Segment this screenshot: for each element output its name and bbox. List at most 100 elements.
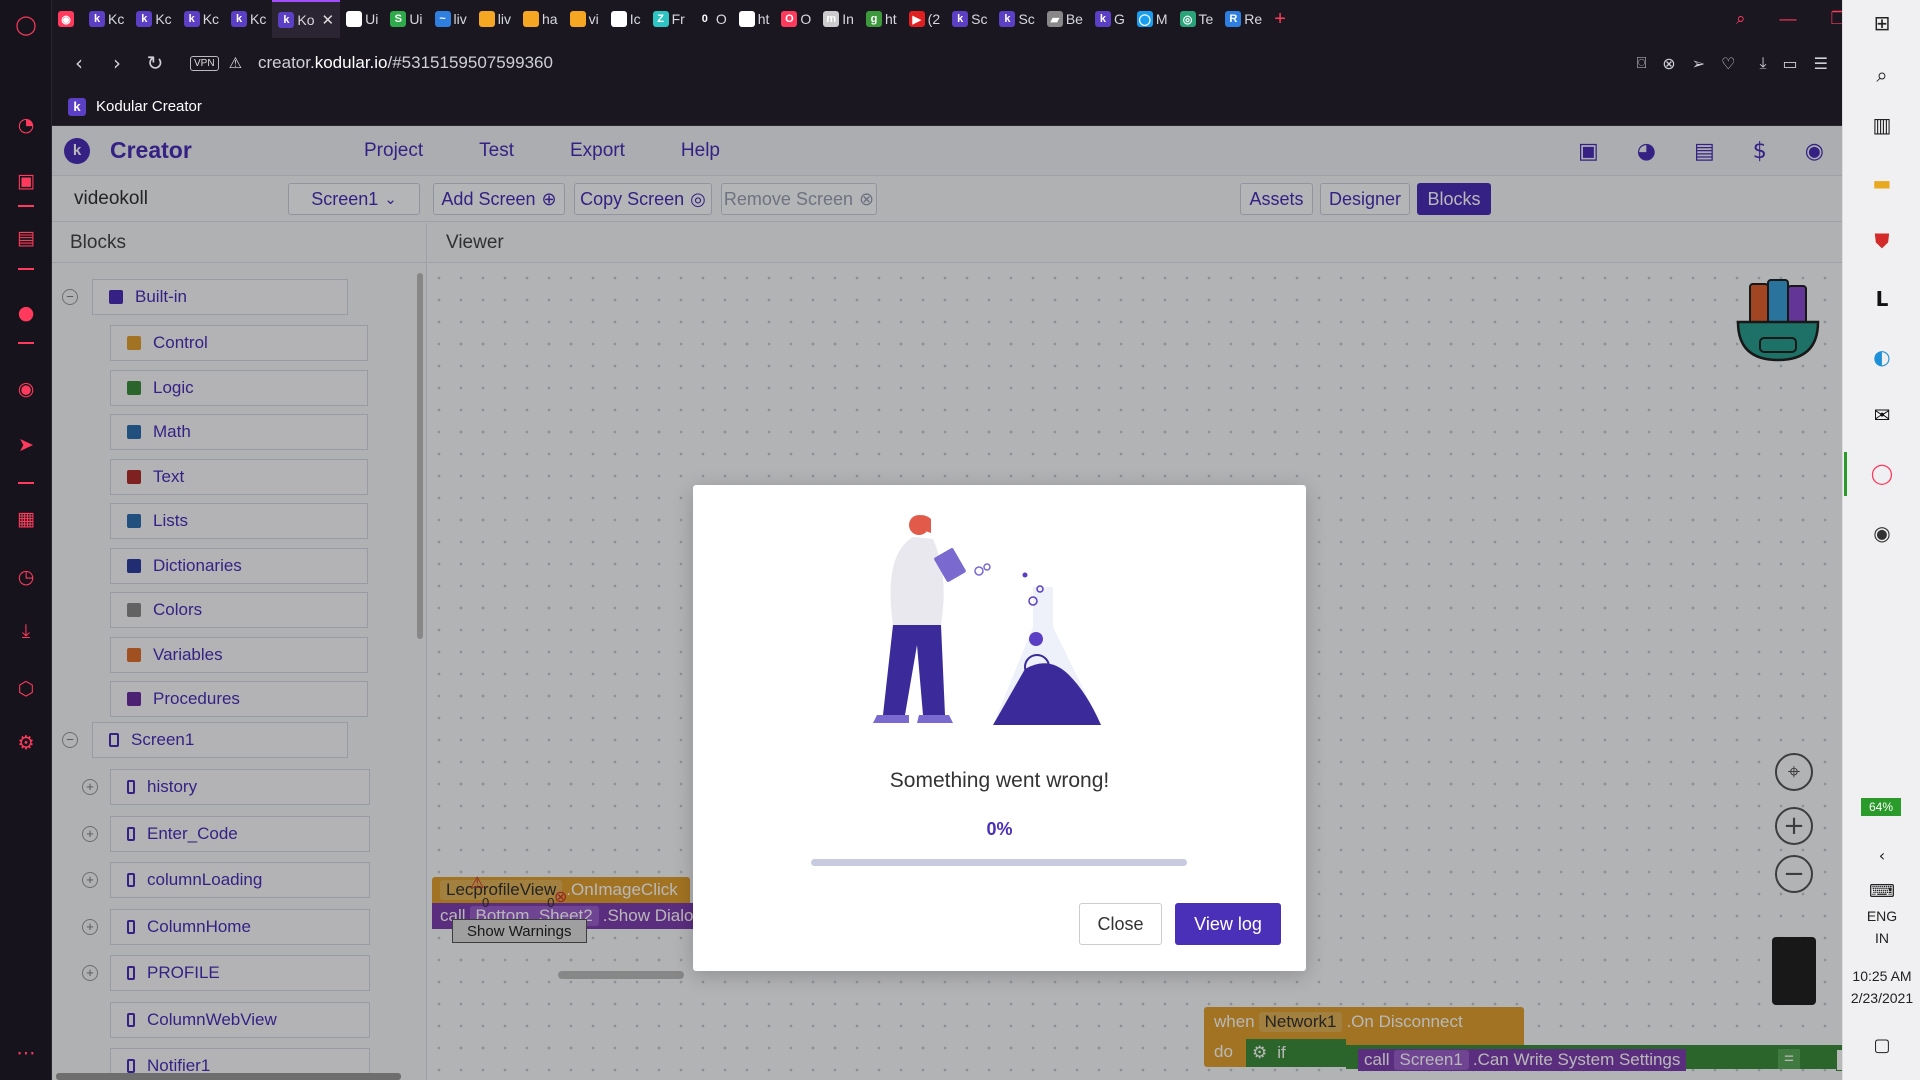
tab-label: vi xyxy=(588,11,599,27)
browser-tab[interactable]: ▰ Be xyxy=(1041,0,1089,38)
error-message: Something went wrong! xyxy=(889,769,1110,792)
browser-tab[interactable]: k Kc xyxy=(225,0,272,38)
tab-favicon-icon: k xyxy=(952,11,969,27)
tab-close-icon[interactable]: ✕ xyxy=(322,11,335,29)
tab-favicon-icon: k xyxy=(136,11,153,27)
battery-icon[interactable]: ▭ xyxy=(1783,54,1798,73)
browser-tab[interactable]: k Sc xyxy=(993,0,1040,38)
active-indicator xyxy=(1844,452,1847,496)
block-icon[interactable]: ⊗ xyxy=(1662,54,1675,73)
app-l-icon[interactable]: L xyxy=(1867,284,1897,314)
tab-label: In xyxy=(842,11,854,27)
browser-tab[interactable]: ht xyxy=(733,0,776,38)
heart-icon[interactable]: ♡ xyxy=(1721,54,1735,73)
settings-gear-icon[interactable]: ⚙ xyxy=(13,730,39,756)
browser-tab[interactable]: Ic xyxy=(605,0,647,38)
speed-dial-icon[interactable]: ◔ xyxy=(13,112,39,138)
browser-tab[interactable]: g ht xyxy=(860,0,903,38)
camera-icon[interactable]: ⌼ xyxy=(1637,53,1647,73)
browser-tab[interactable]: liv xyxy=(473,0,517,38)
browser-tab[interactable]: R Re xyxy=(1219,0,1268,38)
browser-tab[interactable]: S Ui xyxy=(384,0,428,38)
vpn-badge[interactable]: VPN xyxy=(190,55,219,71)
new-tab-button[interactable]: + xyxy=(1268,0,1292,38)
send-icon[interactable]: ➢ xyxy=(1692,54,1705,73)
mcafee-shield-icon[interactable]: ⛊ xyxy=(1867,226,1897,256)
close-button[interactable]: Close xyxy=(1079,903,1162,945)
sidebar-divider xyxy=(18,342,34,344)
player-icon[interactable]: ◉ xyxy=(13,376,39,402)
browser-tab[interactable]: k Kc xyxy=(83,0,130,38)
warning-icon[interactable]: ⚠ xyxy=(229,54,242,72)
tab-favicon-icon: ~ xyxy=(434,11,451,27)
opera-sidebar: ◯ ◔ ▣ ▤ ● ◉ ➤ ▦ ◷ ⤓ ⬡ ⚙ ⋯ xyxy=(0,0,52,1080)
tab-favicon-icon: m xyxy=(823,11,840,27)
windows-start-icon[interactable]: ⊞ xyxy=(1867,8,1897,38)
extensions-grid-icon[interactable]: ▦ xyxy=(13,506,39,532)
browser-tab[interactable]: k Kc xyxy=(178,0,225,38)
progress-bar xyxy=(811,859,1187,866)
mail-icon[interactable]: ✉ xyxy=(1867,400,1897,430)
browser-tab[interactable]: ◎ Te xyxy=(1174,0,1220,38)
clock-date[interactable]: 2/23/2021 xyxy=(1843,990,1920,1006)
browser-tab[interactable]: ha xyxy=(517,0,564,38)
browser-tab[interactable]: m In xyxy=(817,0,860,38)
download-icon[interactable]: ⤓ xyxy=(1759,53,1766,73)
browser-tab[interactable]: Z Fr xyxy=(647,0,691,38)
task-view-icon[interactable]: ▥ xyxy=(1867,110,1897,140)
clock-time[interactable]: 10:25 AM xyxy=(1843,968,1920,984)
search-icon[interactable]: ⌕ xyxy=(1867,60,1897,90)
package-icon[interactable]: ⬡ xyxy=(13,676,39,702)
bookmark-kodular-creator[interactable]: Kodular Creator xyxy=(96,98,202,115)
whatsapp-icon[interactable]: ● xyxy=(13,300,39,326)
send-icon[interactable]: ➤ xyxy=(13,432,39,458)
file-explorer-icon[interactable]: ▬ xyxy=(1867,168,1897,198)
tab-favicon-icon: Z xyxy=(652,11,669,27)
obs-icon[interactable]: ◉ xyxy=(1867,518,1897,548)
twitch-icon[interactable]: ▤ xyxy=(13,225,39,251)
browser-tab[interactable]: Ui xyxy=(340,0,384,38)
minimize-button[interactable]: — xyxy=(1780,9,1797,29)
windows-taskbar: ⊞ ⌕ ▥ ▬ ⛊ L ◐ ✉ ◯ ◉ 64% ‹ ⌨ ENG IN 10:25… xyxy=(1842,0,1920,1080)
easy-setup-icon[interactable]: ☰ xyxy=(1814,54,1828,73)
browser-tab[interactable]: OO xyxy=(775,0,817,38)
history-icon[interactable]: ◷ xyxy=(13,564,39,590)
tab-favicon-icon: ◯ xyxy=(1136,11,1153,27)
tab-bar: ◉ k Kc k Kc k Kc k Kc k Ko ✕ Ui S Ui ~ liv liv ha vi Ic Z Fr 0 O… xyxy=(52,0,1842,38)
tab-label: ht xyxy=(757,11,770,27)
browser-tab[interactable]: 0O xyxy=(691,0,733,38)
view-log-button[interactable]: View log xyxy=(1175,903,1281,945)
reload-icon[interactable]: ↻ xyxy=(136,51,174,75)
browser-tab[interactable]: k Ko ✕ xyxy=(272,0,341,38)
tab-label: ha xyxy=(542,11,558,27)
browser-tab[interactable]: kG xyxy=(1089,0,1131,38)
browser-tab[interactable]: k Kc xyxy=(130,0,177,38)
tab-label: Re xyxy=(1244,11,1263,27)
region-label[interactable]: IN xyxy=(1843,930,1920,946)
browser-tab[interactable]: ▶ (2 xyxy=(903,0,946,38)
url-field[interactable]: creator.kodular.io/#5315159507599360 xyxy=(258,53,553,73)
tab-favicon-icon xyxy=(478,11,495,27)
more-options-icon[interactable]: ⋯ xyxy=(13,1040,39,1066)
opera-taskbar-icon[interactable]: ◯ xyxy=(1867,458,1897,488)
browser-tab[interactable]: k Sc xyxy=(946,0,993,38)
browser-tab[interactable]: ◉ xyxy=(52,0,83,38)
keyboard-icon[interactable]: ⌨ xyxy=(1867,876,1897,906)
notification-icon[interactable]: ▢ xyxy=(1867,1030,1897,1060)
downloads-icon[interactable]: ⤓ xyxy=(13,618,39,644)
browser-tab[interactable]: vi xyxy=(564,0,605,38)
battery-badge[interactable]: 64% xyxy=(1861,798,1901,816)
back-icon[interactable]: ‹ xyxy=(60,51,98,75)
url-prefix: creator. xyxy=(258,53,315,72)
edge-icon[interactable]: ◐ xyxy=(1867,342,1897,372)
tab-label: Fr xyxy=(671,11,685,27)
browser-tab[interactable]: ~ liv xyxy=(429,0,473,38)
opera-logo-icon[interactable]: ◯ xyxy=(13,12,39,38)
browser-tab[interactable]: ◯ M xyxy=(1131,0,1174,38)
tab-label: liv xyxy=(497,11,512,27)
forward-icon[interactable]: › xyxy=(98,51,136,75)
search-tabs-icon[interactable]: ⌕ xyxy=(1736,9,1746,29)
shopping-bag-icon[interactable]: ▣ xyxy=(13,168,39,194)
language-label[interactable]: ENG xyxy=(1843,908,1920,924)
chevron-left-icon[interactable]: ‹ xyxy=(1867,840,1897,870)
